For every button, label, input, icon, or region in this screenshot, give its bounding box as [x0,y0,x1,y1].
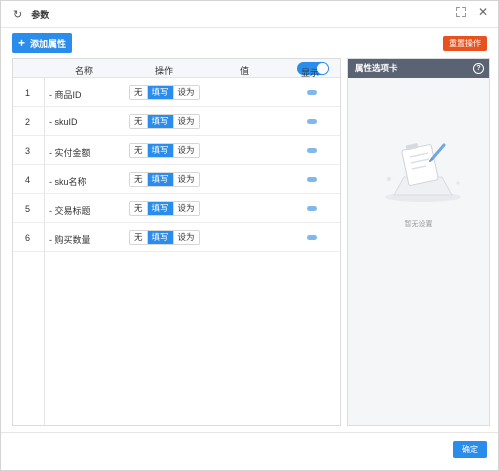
row-name: - sku名称 [49,177,87,187]
toggle-knob [317,63,328,74]
refresh-icon[interactable]: ↻ [13,8,22,21]
table-row: 2 - skuID 无填写 设为 [13,107,340,136]
close-icon[interactable]: ✕ [478,6,488,18]
expand-icon[interactable] [455,7,466,17]
row-index: 3 [25,146,31,156]
op-segmented-control: 无填写 设为 [129,114,200,129]
empty-clipboard-icon [385,143,461,202]
value-indicator[interactable] [307,177,317,182]
op-segmented-control: 无填写 设为 [129,172,200,187]
show-toggle[interactable]: 显示 [297,62,329,78]
op-option-set[interactable]: 设为 [172,86,199,99]
op-option-fill[interactable]: 填写 [146,202,173,215]
dialog-titlebar: ↻ 参数 ✕ [1,1,498,28]
op-option-fill[interactable]: 填写 [146,86,173,99]
op-option-set[interactable]: 设为 [172,115,199,128]
plus-icon: + [18,36,26,50]
op-option-none[interactable]: 无 [130,202,147,215]
op-option-none[interactable]: 无 [130,231,147,244]
table-row: 3 - 实付金额 无填写 设为 [13,136,340,165]
op-option-set[interactable]: 设为 [172,231,199,244]
value-indicator[interactable] [307,206,317,211]
op-option-none[interactable]: 无 [130,115,147,128]
value-indicator[interactable] [307,235,317,240]
row-name: - 交易标题 [49,206,91,216]
params-dialog: ↻ 参数 ✕ + 添加属性 重置操作 名称 操作 值 显示 1- 商品ID 无填写… [0,0,499,471]
row-name: - 购买数量 [49,235,91,245]
op-option-fill[interactable]: 填写 [146,115,173,128]
op-segmented-control: 无填写 设为 [129,85,200,100]
attribute-options-panel: 属性选项卡 ? 暂无设置 [347,58,490,426]
row-index: 4 [25,175,31,185]
column-header-op: 操作 [155,66,174,76]
toolbar: + 添加属性 重置操作 [12,33,487,53]
op-option-none[interactable]: 无 [130,144,147,157]
op-option-none[interactable]: 无 [130,86,147,99]
row-name: - skuID [49,117,78,127]
dialog-title: 参数 [31,9,50,20]
table-header: 名称 操作 值 显示 [13,59,340,78]
op-option-none[interactable]: 无 [130,173,147,186]
attribute-table: 名称 操作 值 显示 1- 商品ID 无填写 设为 2- skuID 无填写 设为 3- 实… [12,58,341,426]
row-name: - 商品ID [49,90,82,100]
table-row: 5 - 交易标题 无填写 设为 [13,194,340,223]
value-indicator[interactable] [307,90,317,95]
panel-header: 属性选项卡 ? [348,59,489,78]
dialog-footer: 确定 [1,432,498,470]
op-option-fill[interactable]: 填写 [146,173,173,186]
op-segmented-control: 无填写 设为 [129,201,200,216]
column-header-name: 名称 [75,66,94,76]
op-option-set[interactable]: 设为 [172,202,199,215]
op-option-set[interactable]: 设为 [172,173,199,186]
add-attribute-button[interactable]: + 添加属性 [12,33,73,53]
value-indicator[interactable] [307,119,317,124]
row-index: 2 [25,117,31,127]
value-indicator[interactable] [307,148,317,153]
op-option-set[interactable]: 设为 [172,144,199,157]
row-index: 5 [25,204,31,214]
table-row: 6 - 购买数量 无填写 设为 [13,223,340,252]
column-header-value: 值 [240,66,250,76]
confirm-button[interactable]: 确定 [453,441,487,458]
row-index: 1 [25,88,31,98]
op-option-fill[interactable]: 填写 [146,144,173,157]
table-row: 4 - sku名称 无填写 设为 [13,165,340,194]
row-index: 6 [25,233,31,243]
table-row: 1 - 商品ID 无填写 设为 [13,78,340,107]
add-attribute-label: 添加属性 [30,38,67,49]
help-icon[interactable]: ? [473,63,484,74]
op-option-fill[interactable]: 填写 [146,231,173,244]
reset-button[interactable]: 重置操作 [443,36,487,51]
op-segmented-control: 无填写 设为 [129,143,200,158]
panel-title: 属性选项卡 [355,63,398,73]
op-segmented-control: 无填写 设为 [129,230,200,245]
empty-text: 暂无设置 [404,221,433,228]
row-name: - 实付金额 [49,148,91,158]
